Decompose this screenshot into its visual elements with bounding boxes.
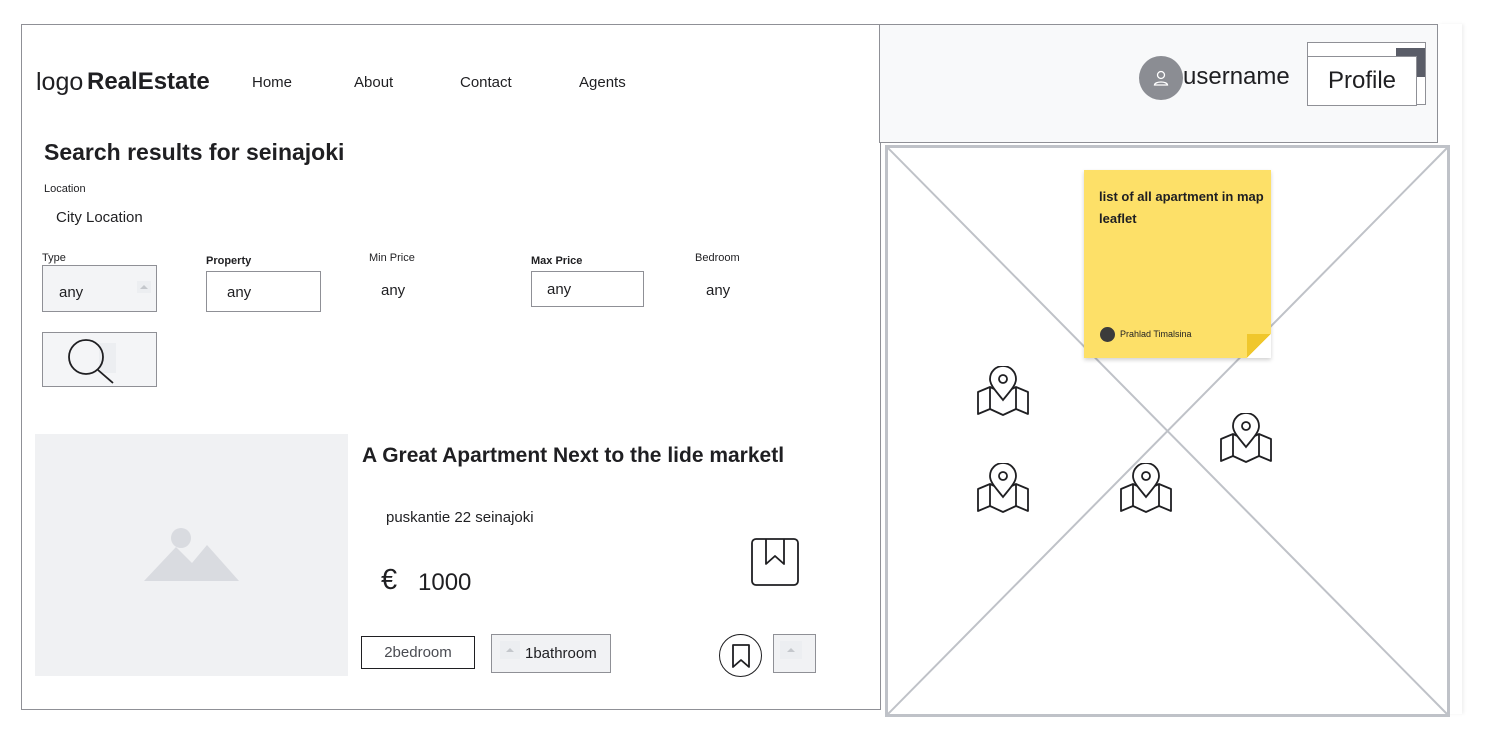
bedroom-tag: 2bedroom: [361, 636, 475, 669]
map-pin-icon[interactable]: [1119, 463, 1173, 515]
nav-about[interactable]: About: [354, 74, 393, 91]
bedroom-label: Bedroom: [695, 252, 740, 264]
username-label[interactable]: username: [1183, 63, 1290, 91]
bathroom-image-icon: [500, 641, 520, 659]
dropdown-arrow-icon: [137, 281, 151, 293]
user-icon: [1153, 70, 1169, 86]
property-select-value: any: [227, 284, 252, 301]
logo-text[interactable]: logo: [36, 68, 83, 97]
bookmark-outline-icon: [731, 643, 750, 668]
location-input[interactable]: City Location: [56, 209, 143, 226]
max-price-label: Max Price: [531, 255, 583, 267]
bathroom-tag: 1bathroom: [491, 634, 611, 673]
search-button[interactable]: [42, 332, 157, 387]
image-placeholder-icon: [144, 528, 239, 581]
listing-image[interactable]: [35, 434, 348, 676]
map-pin-icon[interactable]: [1219, 413, 1273, 465]
sticky-note: list of all apartment in map leaflet Pra…: [1084, 170, 1271, 358]
min-price-label: Min Price: [369, 252, 415, 264]
image-placeholder-small-icon: [780, 641, 802, 659]
sticky-note-fold: [1247, 334, 1271, 358]
type-select[interactable]: any: [42, 265, 157, 312]
bathroom-tag-label: 1bathroom: [525, 645, 597, 662]
nav-agents[interactable]: Agents: [579, 74, 626, 91]
nav-contact[interactable]: Contact: [460, 74, 512, 91]
property-label: Property: [206, 255, 252, 267]
listing-title[interactable]: A Great Apartment Next to the lide marke…: [362, 444, 784, 468]
max-price-input[interactable]: any: [531, 271, 644, 307]
max-price-value: any: [547, 281, 572, 298]
bookmark-icon[interactable]: [751, 538, 799, 586]
type-select-value: any: [59, 284, 84, 301]
bedroom-select[interactable]: any: [706, 282, 730, 299]
listing-price: 1000: [418, 569, 472, 596]
type-label: Type: [42, 252, 66, 264]
search-icon: [68, 339, 114, 384]
brand-name[interactable]: RealEstate: [87, 68, 210, 96]
sticky-note-author: Prahlad Timalsina: [1120, 329, 1192, 339]
location-label: Location: [44, 183, 86, 195]
author-avatar: [1100, 327, 1115, 342]
sticky-note-text: list of all apartment in map leaflet: [1099, 189, 1264, 226]
save-listing-button[interactable]: [719, 634, 762, 677]
property-select[interactable]: any: [206, 271, 321, 312]
share-button[interactable]: [773, 634, 816, 673]
currency-symbol: €: [381, 564, 398, 596]
page-title: Search results for seinajoki: [44, 139, 345, 165]
map-pin-icon[interactable]: [976, 463, 1030, 515]
nav-home[interactable]: Home: [252, 74, 292, 91]
listing-address: puskantie 22 seinajoki: [386, 509, 534, 526]
user-avatar[interactable]: [1139, 56, 1183, 100]
map-pin-icon[interactable]: [976, 366, 1030, 418]
min-price-input[interactable]: any: [381, 282, 405, 299]
profile-button[interactable]: Profile: [1307, 56, 1417, 106]
